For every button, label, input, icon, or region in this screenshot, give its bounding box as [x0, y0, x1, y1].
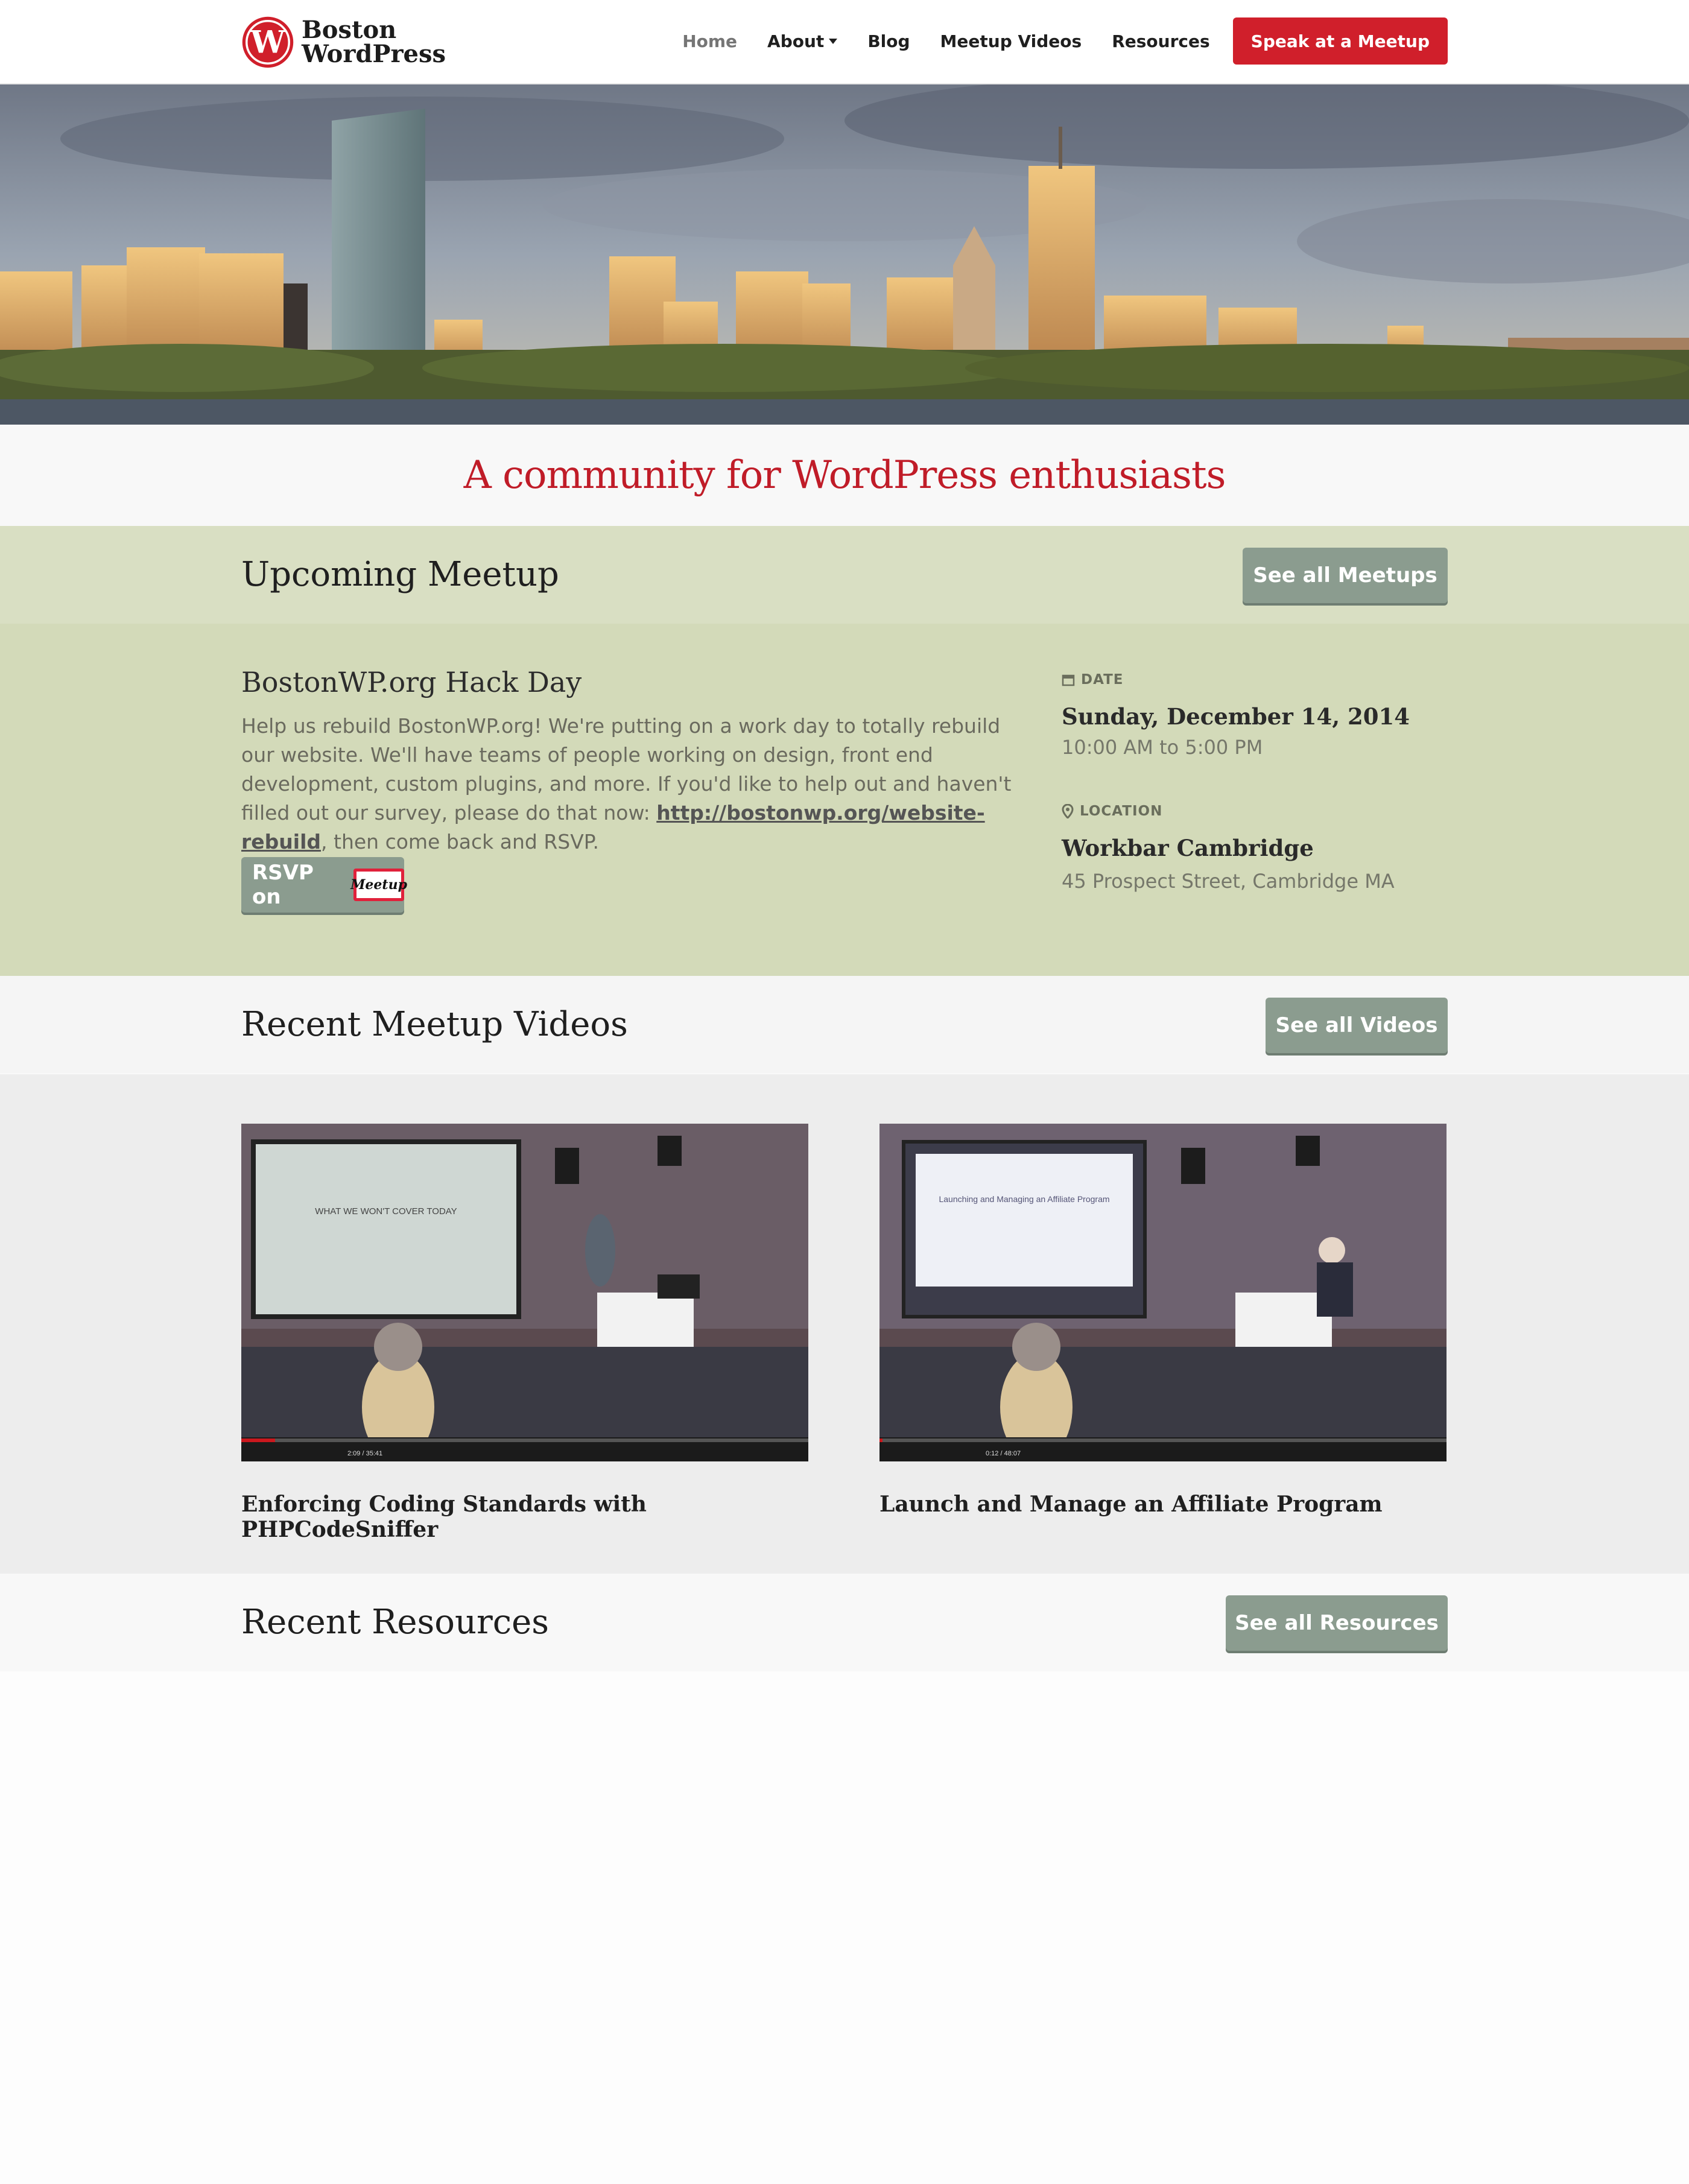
slide-title: WHAT WE WON'T COVER TODAY [315, 1206, 457, 1217]
event-description-text-end: , then come back and RSVP. [321, 830, 600, 853]
video-title[interactable]: Enforcing Coding Standards with PHPCodeS… [241, 1492, 808, 1542]
video-thumbnail[interactable]: Launching and Managing an Affiliate Prog… [879, 1124, 1447, 1461]
event-title: BostonWP.org Hack Day [241, 666, 582, 698]
speak-at-meetup-button[interactable]: Speak at a Meetup [1232, 17, 1448, 65]
event-venue: Workbar Cambridge [1062, 835, 1314, 861]
tagline: A community for WordPress enthusiasts [463, 453, 1226, 498]
video-thumbnail[interactable]: WHAT WE WON'T COVER TODAY 2:09 / 35:41 [241, 1124, 808, 1461]
nav-blog[interactable]: Blog [867, 31, 910, 51]
nav-home[interactable]: Home [682, 31, 737, 51]
video-card[interactable]: WHAT WE WON'T COVER TODAY 2:09 / 35:41 E… [241, 1124, 808, 1542]
video-progress-played [241, 1439, 275, 1442]
location-label-text: LOCATION [1080, 803, 1163, 819]
meetup-logo-icon: Meetup [350, 869, 407, 901]
rsvp-on-meetup-button[interactable]: RSVP on Meetup [241, 857, 407, 913]
tagline-section: A community for WordPress enthusiasts [0, 425, 1689, 526]
logo-text-line1: Boston [302, 16, 397, 44]
see-all-meetups-button[interactable]: See all Meetups [1243, 548, 1448, 603]
slide-title: Launching and Managing an Affiliate Prog… [939, 1194, 1109, 1204]
nav-resources[interactable]: Resources [1112, 31, 1209, 51]
video-time: 2:09 / 35:41 [347, 1450, 382, 1457]
upcoming-meetup-heading: Upcoming Meetup [241, 555, 559, 594]
see-all-videos-button[interactable]: See all Videos [1266, 998, 1448, 1053]
event-description: Help us rebuild BostonWP.org! We're putt… [241, 712, 1038, 856]
nav-about-label: About [767, 31, 825, 51]
hero-banner-image [0, 84, 1689, 425]
recent-videos-body: WHAT WE WON'T COVER TODAY 2:09 / 35:41 E… [0, 1074, 1689, 1574]
video-time: 0:12 / 48:07 [986, 1450, 1021, 1457]
site-logo[interactable]: W Boston WordPress [241, 16, 446, 69]
recent-resources-header: Recent Resources See all Resources [0, 1574, 1689, 1671]
wordpress-logo-icon: W [242, 16, 294, 68]
event-time: 10:00 AM to 5:00 PM [1062, 736, 1263, 759]
nav-about[interactable]: About [767, 31, 838, 51]
upcoming-meetup-header: Upcoming Meetup See all Meetups [0, 526, 1689, 624]
logo-text-line2: WordPress [302, 40, 446, 68]
recent-resources-heading: Recent Resources [241, 1603, 550, 1642]
event-address: 45 Prospect Street, Cambridge MA [1062, 870, 1395, 893]
location-label: LOCATION [1062, 803, 1162, 819]
nav-meetup-videos[interactable]: Meetup Videos [940, 31, 1082, 51]
date-label-text: DATE [1081, 672, 1124, 688]
site-header: W Boston WordPress Home About Blog Meetu… [0, 0, 1689, 84]
video-card[interactable]: Launching and Managing an Affiliate Prog… [879, 1124, 1447, 1517]
calendar-icon [1062, 674, 1075, 686]
upcoming-meetup-body: BostonWP.org Hack Day Help us rebuild Bo… [0, 624, 1689, 976]
rsvp-label: RSVP on [252, 861, 314, 909]
caret-down-icon [829, 38, 838, 44]
svg-text:W: W [250, 25, 285, 61]
date-label: DATE [1062, 672, 1124, 688]
recent-videos-header: Recent Meetup Videos See all Videos [0, 976, 1689, 1074]
recent-videos-heading: Recent Meetup Videos [241, 1005, 628, 1044]
event-date: Sunday, December 14, 2014 [1062, 703, 1410, 730]
main-nav: Home About Blog Meetup Videos Resources … [652, 17, 1448, 65]
video-progress-played [879, 1439, 883, 1442]
map-pin-icon [1062, 804, 1074, 818]
see-all-resources-button[interactable]: See all Resources [1226, 1595, 1448, 1651]
video-title[interactable]: Launch and Manage an Affiliate Program [879, 1492, 1447, 1517]
